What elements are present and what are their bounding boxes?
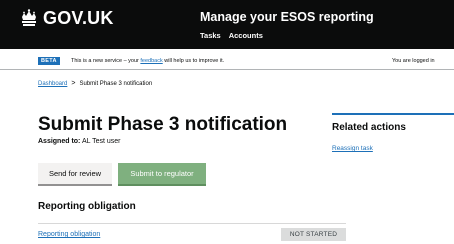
phase-text-before: This is a new service – your [71, 58, 139, 64]
crown-icon [22, 9, 36, 26]
phase-text-after: will help us to improve it. [164, 58, 225, 64]
status-badge: NOT STARTED [281, 228, 346, 241]
govuk-logo[interactable]: GOV.UK [19, 8, 114, 29]
service-name[interactable]: Manage your ESOS reporting [200, 10, 374, 24]
task-link-reporting-obligation[interactable]: Reporting obligation [38, 231, 100, 238]
page-title: Submit Phase 3 notification [38, 114, 288, 135]
assigned-to: Assigned to: AL Test user [38, 138, 120, 145]
related-actions-heading: Related actions [332, 122, 406, 133]
assigned-label: Assigned to: [38, 138, 81, 145]
feedback-link[interactable]: feedback [140, 58, 162, 64]
section-heading: Reporting obligation [38, 201, 136, 212]
logged-in-text: You are logged in [392, 58, 435, 64]
phase-banner-text: This is a new service – your feedback wi… [71, 58, 224, 64]
breadcrumb: Dashboard > Submit Phase 3 notification [38, 80, 152, 87]
breadcrumb-separator: > [71, 80, 76, 87]
reassign-task-link[interactable]: Reassign task [332, 145, 373, 152]
brand-name: GOV.UK [43, 8, 114, 28]
task-row: Reporting obligation NOT STARTED [38, 223, 346, 244]
breadcrumb-dashboard[interactable]: Dashboard [38, 81, 67, 87]
related-actions-divider [332, 113, 454, 115]
nav-item-accounts[interactable]: Accounts [229, 31, 263, 40]
assigned-value: AL Test user [81, 138, 121, 145]
header-nav: Tasks Accounts [200, 31, 263, 40]
nav-item-tasks[interactable]: Tasks [200, 31, 221, 40]
phase-tag: BETA [38, 57, 60, 65]
submit-to-regulator-button[interactable]: Submit to regulator [118, 163, 206, 184]
send-for-review-button[interactable]: Send for review [38, 163, 112, 184]
phase-banner [0, 49, 454, 70]
site-header: GOV.UK Manage your ESOS reporting Tasks … [0, 0, 454, 49]
breadcrumb-current: Submit Phase 3 notification [79, 80, 153, 87]
